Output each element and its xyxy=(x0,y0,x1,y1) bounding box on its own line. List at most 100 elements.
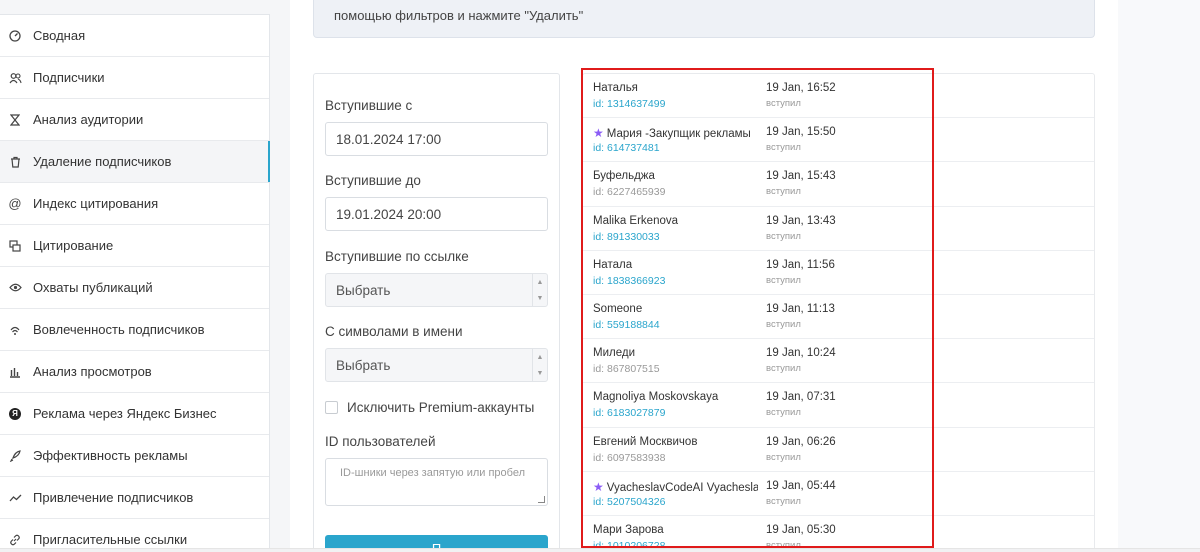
subscriber-name: Натала xyxy=(593,259,758,271)
subscriber-row[interactable]: Миледи id: 867807515 19 Jan, 10:24 вступил xyxy=(583,339,1094,384)
sidebar-item-ad-efficiency[interactable]: Эффективность рекламы xyxy=(0,435,269,477)
join-status: вступил xyxy=(766,495,801,507)
chevron-down-icon: ▼ xyxy=(536,369,544,377)
subscriber-row[interactable]: Malika Erkenova id: 891330033 19 Jan, 13:4… xyxy=(583,207,1094,251)
sidebar-item-label: Охваты публикаций xyxy=(33,280,153,295)
subscriber-row[interactable]: ★ VyacheslavCodeAI Vyacheslav id: 52075043… xyxy=(583,472,1094,516)
join-status: вступил xyxy=(766,274,801,286)
subscriber-row[interactable]: Евгений Москвичов id: 6097583938 19 Jan, 0… xyxy=(583,428,1094,472)
joined-date: 19 Jan, 15:50 xyxy=(766,126,836,139)
chevron-down-icon: ▼ xyxy=(536,294,544,302)
sidebar-item-label: Реклама через Яндекс Бизнес xyxy=(33,406,217,421)
sidebar-item-label: Вовлеченность подписчиков xyxy=(33,322,205,337)
premium-star-icon: ★ xyxy=(593,126,604,141)
trend-icon xyxy=(8,491,22,505)
subscriber-row[interactable]: Буфельджа id: 6227465939 19 Jan, 15:43 всту… xyxy=(583,162,1094,207)
subscriber-row[interactable]: Someone id: 559188844 19 Jan, 11:13 вступил xyxy=(583,295,1094,340)
by-link-select[interactable]: Выбрать ▲ ▼ xyxy=(325,273,548,307)
exclude-premium-checkbox[interactable]: Исключить Premium-аккаунты xyxy=(325,400,534,415)
subscriber-name-text: Наталья xyxy=(593,82,638,94)
joined-date: 19 Jan, 05:30 xyxy=(766,523,836,536)
subscriber-id-link[interactable]: id: 867807515 xyxy=(593,363,660,375)
sidebar-item-yandex-ads[interactable]: Я Реклама через Яндекс Бизнес xyxy=(0,393,269,435)
joined-date: 19 Jan, 05:44 xyxy=(766,479,836,492)
subscriber-row[interactable]: ★ Мария -Закупщик рекламы id: 614737481 19 … xyxy=(583,118,1094,163)
subscriber-id-link[interactable]: id: 6227465939 xyxy=(593,186,665,198)
bar-chart-icon xyxy=(8,365,22,379)
sidebar-item-subscribers[interactable]: Подписчики xyxy=(0,57,269,99)
dashboard-icon xyxy=(8,29,22,43)
symbols-select-value: Выбрать xyxy=(336,358,391,373)
rocket-icon xyxy=(8,449,22,463)
premium-star-icon: ★ xyxy=(593,479,604,494)
subscriber-id-link[interactable]: id: 1838366923 xyxy=(593,275,665,287)
subscriber-row[interactable]: Наталья id: 1314637499 19 Jan, 16:52 вступи… xyxy=(583,74,1094,119)
subscriber-id-link[interactable]: id: 1314637499 xyxy=(593,98,665,110)
checkbox-box[interactable] xyxy=(325,401,338,414)
sidebar-item-views-analysis[interactable]: Анализ просмотров xyxy=(0,351,269,393)
user-ids-textarea[interactable]: ID-шники через запятую или пробел xyxy=(325,458,548,506)
join-status: вступил xyxy=(766,407,801,419)
joined-date: 19 Jan, 13:43 xyxy=(766,214,836,227)
sidebar-item-remove-subscribers[interactable]: Удаление подписчиков xyxy=(0,141,270,183)
quote-icon xyxy=(8,239,22,253)
subscriber-id-link[interactable]: id: 891330033 xyxy=(593,231,660,243)
chevron-up-icon: ▲ xyxy=(536,353,544,361)
link-icon xyxy=(8,533,22,547)
subscriber-name: Наталья xyxy=(593,82,758,94)
subscriber-row[interactable]: Magnoliya Moskovskaya id: 6183027879 19 Ja… xyxy=(583,383,1094,428)
sidebar-item-audience-analysis[interactable]: Анализ аудитории xyxy=(0,99,269,141)
subscriber-name-text: Someone xyxy=(593,302,643,315)
subscriber-name-text: Натала xyxy=(593,258,633,271)
sidebar-item-label: Эффективность рекламы xyxy=(33,448,188,463)
joined-from-label: Вступившие с xyxy=(325,98,413,113)
user-ids-placeholder: ID-шники через запятую или пробел xyxy=(340,467,526,479)
joined-date: 19 Jan, 10:24 xyxy=(766,347,836,360)
subscriber-row[interactable]: Натала id: 1838366923 19 Jan, 11:56 вступил xyxy=(583,251,1094,295)
subscriber-row[interactable]: Мари Зарова id: 1010206728 19 Jan, 05:30 вс… xyxy=(583,516,1094,552)
join-status: вступил xyxy=(766,451,801,463)
subscriber-id-link[interactable]: id: 6097583938 xyxy=(593,452,665,464)
symbols-label: С символами в имени xyxy=(325,324,463,339)
main-content: помощью фильтров и нажмите "Удалить" Вст… xyxy=(290,0,1118,552)
sidebar-item-engagement[interactable]: Вовлеченность подписчиков xyxy=(0,309,269,351)
at-icon: @ xyxy=(8,196,22,211)
sidebar: Сводная Подписчики Анализ аудитории Удал… xyxy=(0,14,270,552)
sidebar-item-label: Подписчики xyxy=(33,70,105,85)
hourglass-icon xyxy=(8,113,22,127)
info-notice: помощью фильтров и нажмите "Удалить" xyxy=(313,0,1095,38)
sidebar-item-post-reach[interactable]: Охваты публикаций xyxy=(0,267,269,309)
by-link-spinner[interactable]: ▲ ▼ xyxy=(532,274,547,306)
subscriber-name: Буфельджа xyxy=(593,170,758,182)
subscriber-name: Мари Зарова xyxy=(593,524,758,536)
subscriber-id-link[interactable]: id: 614737481 xyxy=(593,142,660,154)
subscriber-name: Миледи xyxy=(593,347,758,359)
resize-grip-icon[interactable] xyxy=(538,496,545,503)
trash-icon xyxy=(8,155,22,169)
sidebar-item-summary[interactable]: Сводная xyxy=(0,15,269,57)
bottom-scrollbar xyxy=(0,548,1200,552)
subscriber-id-link[interactable]: id: 559188844 xyxy=(593,319,660,331)
sidebar-item-label: Привлечение подписчиков xyxy=(33,490,194,505)
joined-from-input[interactable]: 18.01.2024 17:00 xyxy=(325,122,548,156)
subscriber-name: ★ Мария -Закупщик рекламы xyxy=(593,126,758,140)
notice-text: помощью фильтров и нажмите "Удалить" xyxy=(334,8,584,23)
by-link-select-value: Выбрать xyxy=(336,283,391,298)
users-icon xyxy=(8,71,22,85)
join-status: вступил xyxy=(766,142,801,154)
engagement-icon xyxy=(8,323,22,337)
join-status: вступил xyxy=(766,186,801,198)
joined-to-input[interactable]: 19.01.2024 20:00 xyxy=(325,197,548,231)
subscriber-id-link[interactable]: id: 6183027879 xyxy=(593,407,665,419)
subscriber-id-link[interactable]: id: 5207504326 xyxy=(593,496,665,508)
subscriber-name: Malika Erkenova xyxy=(593,215,758,227)
sidebar-item-label: Удаление подписчиков xyxy=(33,154,172,169)
sidebar-item-citation-index[interactable]: @ Индекс цитирования xyxy=(0,183,269,225)
sidebar-item-label: Сводная xyxy=(33,28,86,43)
right-gutter xyxy=(1118,0,1200,552)
sidebar-item-label: Анализ просмотров xyxy=(33,364,152,379)
sidebar-item-subscriber-acquisition[interactable]: Привлечение подписчиков xyxy=(0,477,269,519)
symbols-select[interactable]: Выбрать ▲ ▼ xyxy=(325,348,548,382)
sidebar-item-citation[interactable]: Цитирование xyxy=(0,225,269,267)
symbols-spinner[interactable]: ▲ ▼ xyxy=(532,349,547,381)
